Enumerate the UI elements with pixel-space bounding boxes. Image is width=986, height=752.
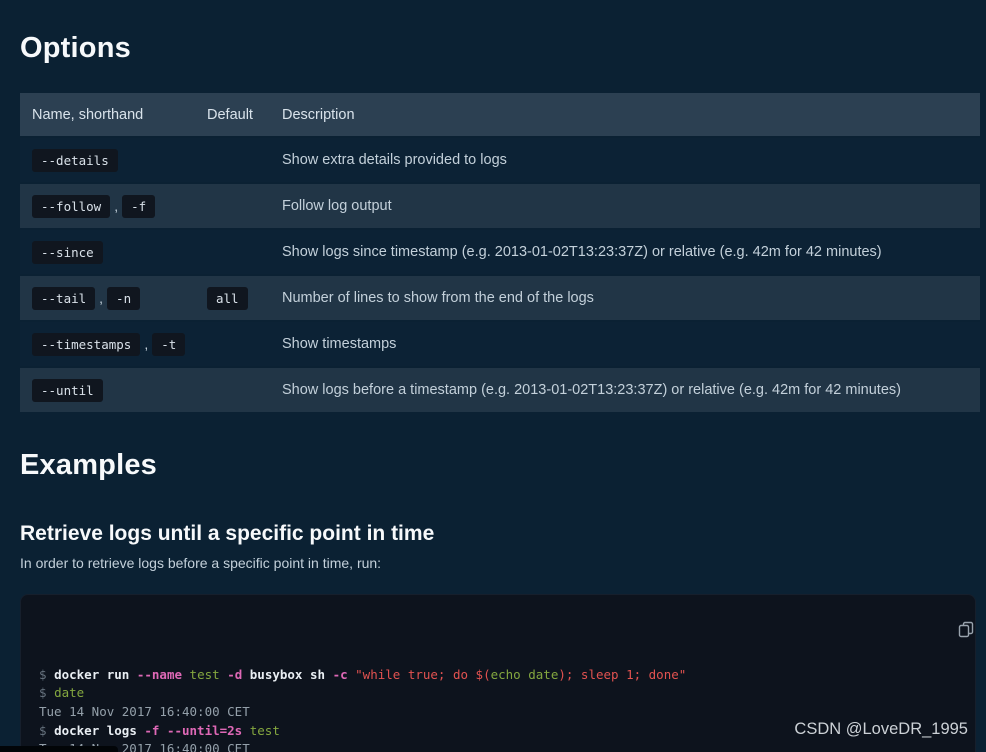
table-row: --timestamps,-t Show timestamps (20, 322, 980, 366)
code-line: $ date (39, 684, 935, 703)
options-heading: Options (20, 0, 986, 65)
copy-button[interactable] (935, 605, 957, 627)
option-description: Show logs before a timestamp (e.g. 2013-… (270, 382, 980, 398)
table-row: --since Show logs since timestamp (e.g. … (20, 230, 980, 274)
comma-separator: , (144, 336, 148, 352)
option-code-details: --details (32, 149, 118, 172)
option-description: Show timestamps (270, 336, 980, 352)
table-header-row: Name, shorthand Default Description (20, 93, 980, 136)
table-row: --until Show logs before a timestamp (e.… (20, 368, 980, 412)
page-content: Options Name, shorthand Default Descript… (0, 0, 986, 752)
option-code-follow: --follow (32, 195, 110, 218)
option-description: Follow log output (270, 198, 980, 214)
col-header-description: Description (270, 107, 980, 123)
col-header-name: Name, shorthand (20, 107, 195, 123)
copy-icon (957, 620, 975, 638)
code-line: Tue 14 Nov 2017 16:40:00 CET (39, 740, 935, 752)
csdn-watermark: CSDN @LoveDR_1995 (794, 720, 968, 739)
comma-separator: , (114, 198, 118, 214)
browser-status-tooltip (0, 746, 118, 752)
examples-heading: Examples (20, 449, 986, 482)
option-code-timestamps: --timestamps (32, 333, 140, 356)
option-code-t: -t (152, 333, 185, 356)
option-code-f: -f (122, 195, 155, 218)
example-intro-text: In order to retrieve logs before a speci… (20, 555, 986, 571)
option-code-until: --until (32, 379, 103, 402)
option-code-tail: --tail (32, 287, 95, 310)
option-code-n: -n (107, 287, 140, 310)
example-subheading: Retrieve logs until a specific point in … (20, 522, 986, 546)
table-row: --details Show extra details provided to… (20, 138, 980, 182)
table-row: --follow,-f Follow log output (20, 184, 980, 228)
col-header-default: Default (195, 107, 270, 123)
code-line: $ docker run --name test -d busybox sh -… (39, 666, 935, 685)
terminal-output: $ docker run --name test -d busybox sh -… (39, 666, 935, 752)
option-description: Show logs since timestamp (e.g. 2013-01-… (270, 244, 980, 260)
options-table: Name, shorthand Default Description --de… (20, 93, 980, 412)
option-code-since: --since (32, 241, 103, 264)
default-value-all: all (207, 287, 248, 310)
code-line: Tue 14 Nov 2017 16:40:00 CET (39, 703, 935, 722)
option-description: Show extra details provided to logs (270, 152, 980, 168)
option-description: Number of lines to show from the end of … (270, 290, 980, 306)
table-row: --tail,-n all Number of lines to show fr… (20, 276, 980, 320)
comma-separator: , (99, 290, 103, 306)
